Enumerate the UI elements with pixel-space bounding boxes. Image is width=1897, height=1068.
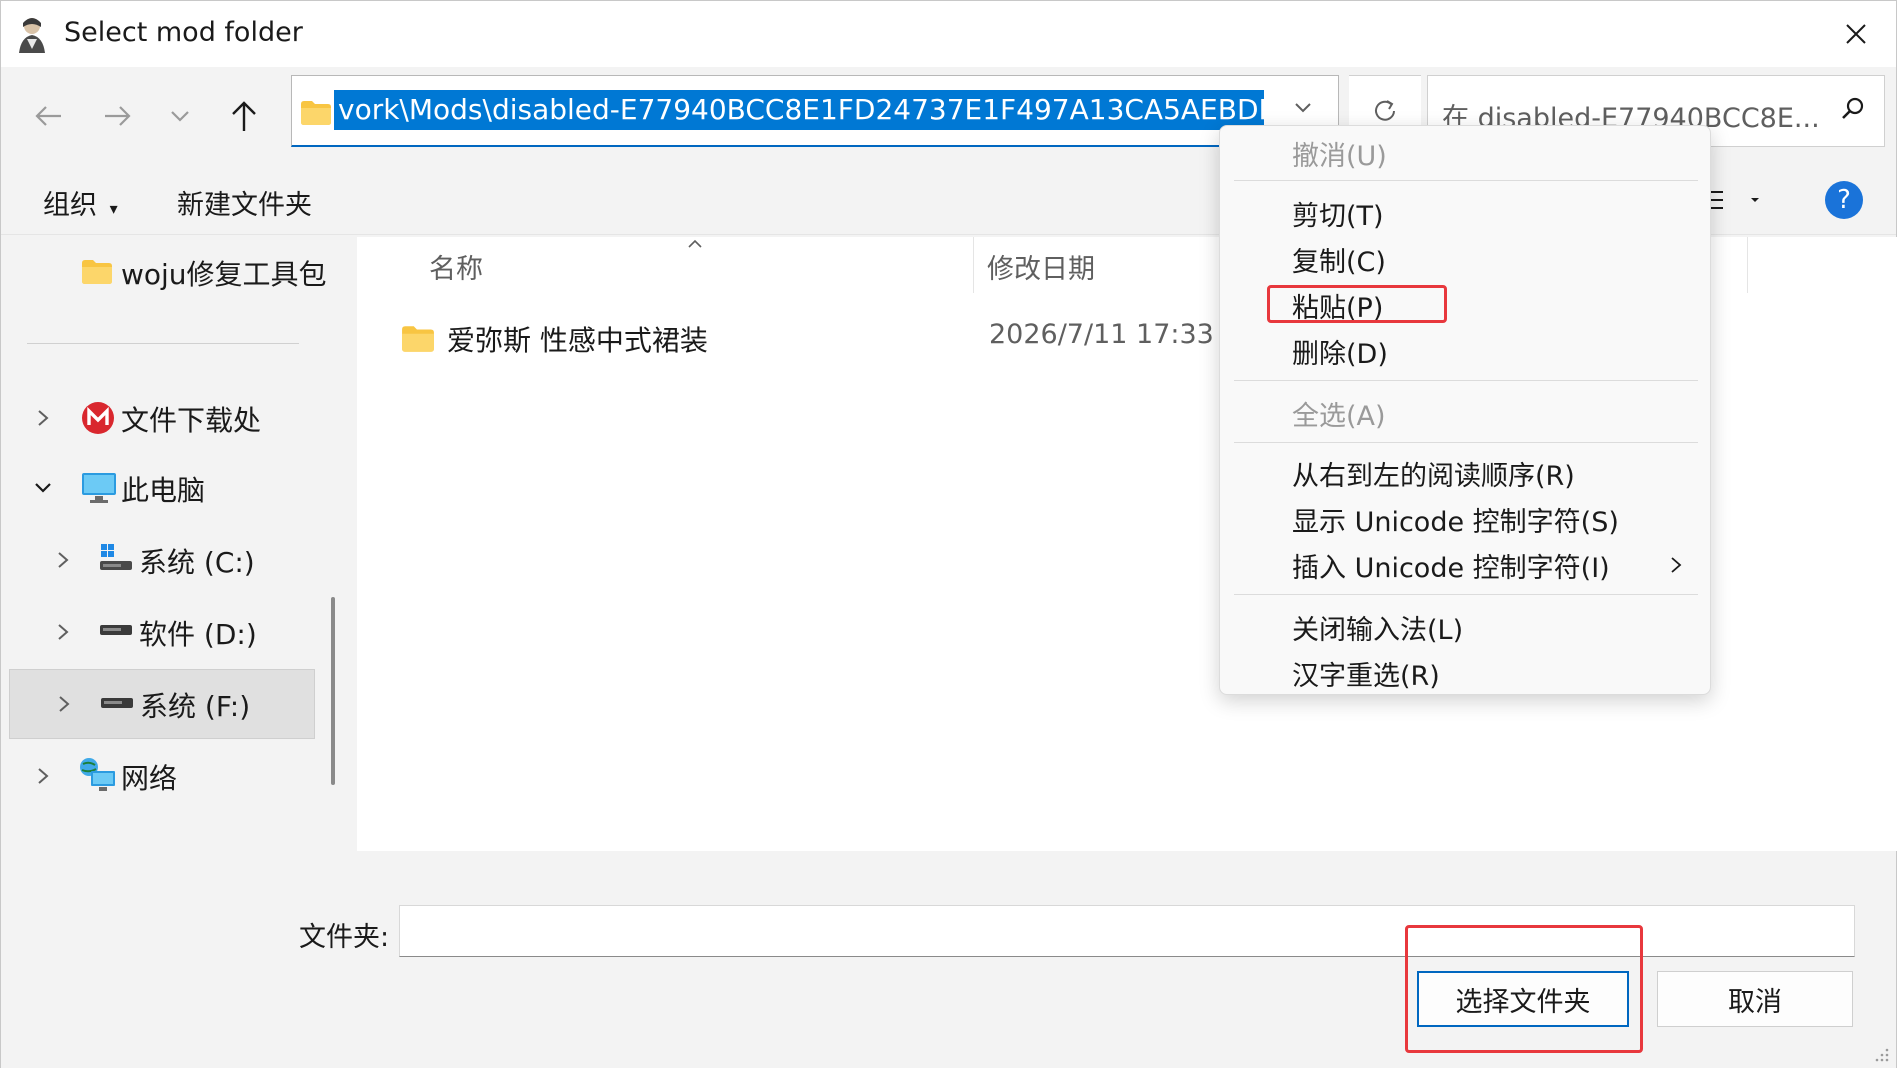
dialog-footer: 文件夹: 选择文件夹 取消 <box>1 851 1896 1068</box>
menu-item-undo[interactable]: 撤消(U) <box>1292 134 1387 173</box>
up-button[interactable] <box>219 91 269 141</box>
menu-separator <box>1234 594 1698 595</box>
menu-item-cut[interactable]: 剪切(T) <box>1292 194 1384 233</box>
sidebar-item-label: 系统 (C:) <box>139 546 255 579</box>
menu-separator <box>1234 380 1698 381</box>
chevron-right-icon[interactable] <box>31 406 55 430</box>
computer-icon <box>82 473 116 503</box>
sidebar-item-woju[interactable]: woju修复工具包 <box>1 237 327 307</box>
sidebar-item-network[interactable]: 网络 <box>1 741 317 811</box>
arrow-up-icon <box>232 101 256 131</box>
menu-item-reconvert[interactable]: 汉字重选(R) <box>1292 654 1440 693</box>
chevron-right-icon[interactable] <box>51 620 75 644</box>
folder-name-input[interactable] <box>399 905 1855 957</box>
refresh-icon <box>1375 100 1395 121</box>
file-dialog-window: Select mod folder vork\Mods\disabled-E77… <box>0 0 1897 1068</box>
network-icon <box>80 758 115 791</box>
sidebar-item-label: 文件下载处 <box>121 404 262 437</box>
back-button[interactable] <box>23 91 73 141</box>
mega-logo-icon <box>82 402 114 434</box>
chevron-right-icon[interactable] <box>31 764 55 788</box>
sidebar-item-label: 此电脑 <box>121 474 206 507</box>
sidebar-item-label: 网络 <box>121 762 178 795</box>
chevron-right-icon[interactable] <box>52 692 76 716</box>
menu-item-delete[interactable]: 删除(D) <box>1292 332 1388 371</box>
address-bar[interactable]: vork\Mods\disabled-E77940BCC8E1FD24737E1… <box>291 75 1339 147</box>
menu-separator <box>1234 180 1698 181</box>
resize-grip-icon[interactable] <box>1874 1047 1890 1063</box>
close-button[interactable] <box>1816 1 1896 67</box>
chevron-down-icon[interactable] <box>1294 102 1312 114</box>
cancel-button[interactable]: 取消 <box>1657 971 1853 1027</box>
column-header-name[interactable]: 名称 <box>429 247 483 286</box>
folder-icon <box>402 326 434 352</box>
sidebar-item-label: 软件 (D:) <box>139 618 257 651</box>
sidebar-item-this-pc[interactable]: 此电脑 <box>1 453 317 523</box>
sidebar-item-label: 系统 (F:) <box>140 690 251 723</box>
chevron-right-icon[interactable] <box>51 548 75 572</box>
sidebar-item-label: woju修复工具包 <box>121 258 327 291</box>
forward-button[interactable] <box>93 91 143 141</box>
sidebar-scrollbar[interactable] <box>331 597 335 785</box>
arrow-left-icon <box>35 106 61 126</box>
sidebar-item-drive-f[interactable]: 系统 (F:) <box>9 669 315 739</box>
navigation-pane: woju修复工具包 文件下载处 此电脑 系统 (C:) 软件 (D:) 系统 (… <box>1 237 327 851</box>
title-bar: Select mod folder <box>1 1 1896 67</box>
sort-ascending-icon[interactable] <box>687 237 703 249</box>
menu-separator <box>1234 442 1698 443</box>
chevron-down-icon[interactable] <box>31 476 55 500</box>
sidebar-divider <box>27 343 299 344</box>
sidebar-item-drive-d[interactable]: 软件 (D:) <box>1 597 317 667</box>
close-icon <box>1846 24 1866 44</box>
search-button[interactable] <box>1840 96 1866 126</box>
menu-item-close-ime[interactable]: 关闭输入法(L) <box>1292 608 1463 647</box>
chevron-down-icon <box>171 111 189 122</box>
menu-item-copy[interactable]: 复制(C) <box>1292 240 1386 279</box>
arrow-right-icon <box>105 106 131 126</box>
folder-icon <box>82 260 112 284</box>
menu-item-show-unicode[interactable]: 显示 Unicode 控制字符(S) <box>1292 500 1619 539</box>
folder-label: 文件夹: <box>299 922 390 953</box>
organize-label: 组织 <box>43 190 97 221</box>
column-header-modified[interactable]: 修改日期 <box>987 247 1095 286</box>
drive-icon <box>100 625 132 635</box>
address-path-text[interactable]: vork\Mods\disabled-E77940BCC8E1FD24737E1… <box>334 90 1264 130</box>
sidebar-item-downloads[interactable]: 文件下载处 <box>1 383 317 453</box>
context-menu: 撤消(U) 剪切(T) 复制(C) 粘贴(P) 删除(D) 全选(A) 从右到左… <box>1219 125 1711 695</box>
drive-icon <box>101 698 133 708</box>
column-divider[interactable] <box>1747 237 1748 293</box>
file-modified-date: 2026/7/11 17:33 <box>989 319 1214 350</box>
menu-item-insert-unicode[interactable]: 插入 Unicode 控制字符(I) <box>1292 546 1610 585</box>
folder-icon <box>301 101 331 125</box>
menu-item-paste[interactable]: 粘贴(P) <box>1292 286 1383 325</box>
list-view-icon <box>1707 191 1759 209</box>
view-options-button[interactable] <box>1705 187 1765 217</box>
system-drive-icon <box>100 544 132 570</box>
search-icon <box>1842 97 1864 119</box>
caret-down-icon: ▾ <box>109 199 118 218</box>
app-icon <box>19 18 45 53</box>
organize-menu[interactable]: 组织 ▾ <box>43 183 118 222</box>
recent-locations-button[interactable] <box>155 91 205 141</box>
menu-item-select-all[interactable]: 全选(A) <box>1292 394 1386 433</box>
menu-item-rtl-reading[interactable]: 从右到左的阅读顺序(R) <box>1292 454 1575 493</box>
table-row[interactable]: 爱弥斯 性感中式裙装 2026/7/11 17:33 <box>401 317 1214 363</box>
sidebar-item-drive-c[interactable]: 系统 (C:) <box>1 525 317 595</box>
file-name: 爱弥斯 性感中式裙装 <box>447 324 708 357</box>
chevron-right-icon <box>1671 557 1682 573</box>
select-folder-button[interactable]: 选择文件夹 <box>1417 971 1629 1027</box>
new-folder-button[interactable]: 新建文件夹 <box>177 183 312 222</box>
help-button[interactable]: ? <box>1825 181 1863 219</box>
window-title: Select mod folder <box>64 17 303 48</box>
column-divider[interactable] <box>973 237 974 293</box>
